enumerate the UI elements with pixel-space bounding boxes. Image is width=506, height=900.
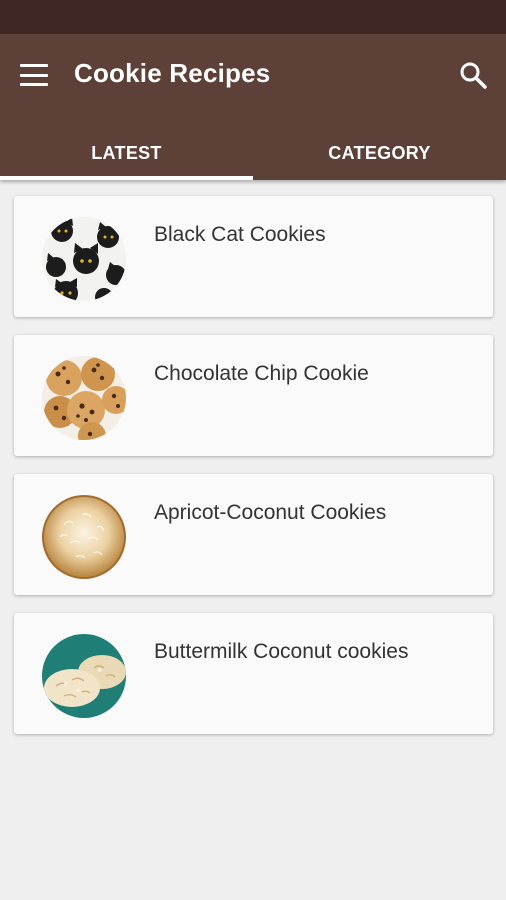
tab-bar: LATEST CATEGORY — [0, 126, 506, 180]
tab-latest-label: LATEST — [91, 142, 162, 163]
tab-latest[interactable]: LATEST — [0, 126, 253, 180]
app-bar: Cookie Recipes LATEST CATEGORY — [0, 34, 506, 180]
tab-selected-indicator — [0, 176, 253, 180]
app-title: Cookie Recipes — [74, 58, 271, 88]
recipe-list: Black Cat Cookies Chocolate Chip Cookie … — [14, 196, 493, 752]
recipe-card[interactable]: Buttermilk Coconut cookies — [14, 613, 493, 734]
recipe-card[interactable]: Black Cat Cookies — [14, 196, 493, 317]
black-cat-cookies-thumbnail — [42, 217, 126, 301]
tab-category-label: CATEGORY — [328, 142, 431, 163]
tab-category[interactable]: CATEGORY — [253, 126, 506, 180]
recipe-title: Black Cat Cookies — [154, 223, 326, 246]
recipe-title: Buttermilk Coconut cookies — [154, 640, 409, 663]
recipe-card[interactable]: Apricot-Coconut Cookies — [14, 474, 493, 595]
recipe-card[interactable]: Chocolate Chip Cookie — [14, 335, 493, 456]
recipe-title: Apricot-Coconut Cookies — [154, 501, 387, 524]
buttermilk-coconut-cookies-thumbnail — [42, 634, 126, 718]
status-bar — [0, 0, 506, 34]
recipe-title: Chocolate Chip Cookie — [154, 362, 369, 385]
apricot-coconut-cookies-thumbnail — [42, 495, 126, 579]
search-icon[interactable] — [458, 60, 488, 90]
chocolate-chip-cookie-thumbnail — [42, 356, 126, 440]
hamburger-menu-icon[interactable] — [20, 64, 48, 86]
